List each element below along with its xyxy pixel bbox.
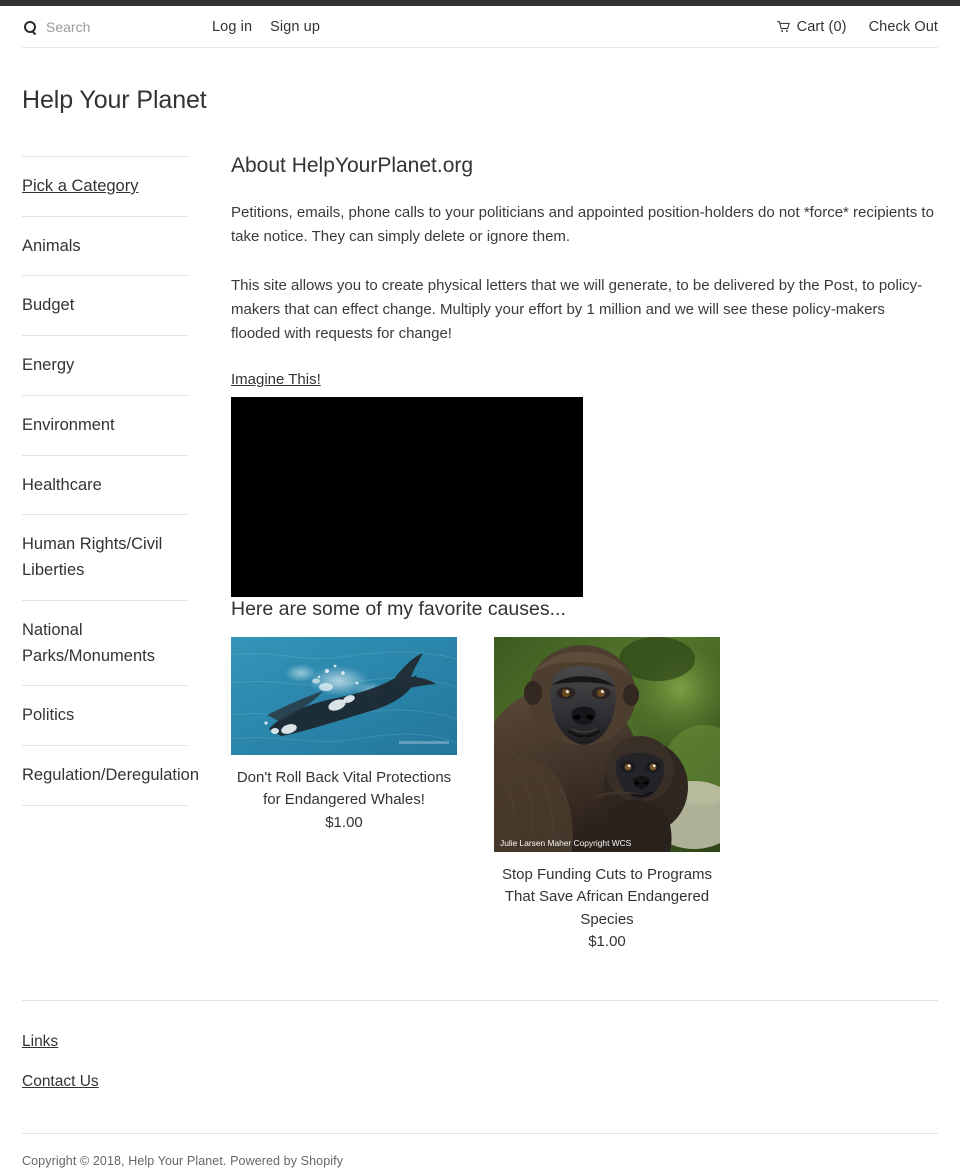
checkout-link[interactable]: Check Out <box>869 19 938 35</box>
copyright-text: Copyright © 2018, Help Your Planet. Powe… <box>22 1153 344 1168</box>
footer-list-item: Contact Us <box>22 1073 938 1091</box>
sidebar-link-human-rights[interactable]: Human Rights/Civil Liberties <box>22 532 188 583</box>
page-title: About HelpYourPlanet.org <box>231 154 474 177</box>
sidebar-link-energy[interactable]: Energy <box>22 353 188 379</box>
cart-link[interactable]: Cart (0) <box>776 19 847 35</box>
intro-paragraph-1: Petitions, emails, phone calls to your p… <box>231 204 934 246</box>
product-card[interactable]: Julie Larsen Maher Copyright WCS Stop Fu… <box>494 636 720 954</box>
whale-photo[interactable] <box>231 636 457 755</box>
page-layout: Pick a Category Animals Budget Energy En… <box>22 115 938 954</box>
sidebar-item-environment[interactable]: Environment <box>22 394 188 455</box>
sidebar-item-human-rights[interactable]: Human Rights/Civil Liberties <box>22 514 188 599</box>
sidebar-link-regulation[interactable]: Regulation/Deregulation <box>22 763 199 789</box>
sidebar-item-healthcare[interactable]: Healthcare <box>22 454 188 515</box>
sidebar-link-pick-a-category[interactable]: Pick a Category <box>22 174 188 200</box>
account-links: Log in Sign up <box>212 19 320 35</box>
sidebar-item-budget[interactable]: Budget <box>22 275 188 335</box>
utility-bar-right: Cart (0) Check Out <box>776 6 938 48</box>
imagine-this-line: Imagine This! <box>231 371 938 389</box>
sidebar-link-national-parks[interactable]: National Parks/Monuments <box>22 618 188 669</box>
product-price: $1.00 <box>325 813 363 831</box>
login-link[interactable]: Log in <box>212 19 252 35</box>
sidebar-item-animals[interactable]: Animals <box>22 215 188 276</box>
search-form[interactable] <box>22 19 212 35</box>
signup-link[interactable]: Sign up <box>270 19 320 35</box>
sidebar-link-politics[interactable]: Politics <box>22 703 188 729</box>
sidebar-item-politics[interactable]: Politics <box>22 685 188 745</box>
embedded-video-player[interactable] <box>231 397 583 598</box>
favorite-causes-heading: Here are some of my favorite causes... <box>231 598 566 621</box>
shopping-cart-icon <box>776 21 790 33</box>
site-header: Help Your Planet <box>22 48 938 115</box>
sidebar: Pick a Category Animals Budget Energy En… <box>22 153 199 806</box>
sidebar-link-animals[interactable]: Animals <box>22 234 188 260</box>
category-nav-list: Pick a Category Animals Budget Energy En… <box>22 156 199 806</box>
cart-label: Cart (0) <box>796 19 847 35</box>
utility-bar-left: Log in Sign up <box>22 6 320 48</box>
product-grid: Don't Roll Back Vital Protections for En… <box>231 636 938 954</box>
footer-link-list: Contact Us <box>22 1073 938 1091</box>
sidebar-link-environment[interactable]: Environment <box>22 413 188 439</box>
sidebar-item-regulation[interactable]: Regulation/Deregulation <box>22 745 199 806</box>
site-title[interactable]: Help Your Planet <box>22 85 938 115</box>
main-content: About HelpYourPlanet.org Petitions, emai… <box>188 153 938 954</box>
site-footer: Links Contact Us <box>22 999 938 1091</box>
product-title[interactable]: Don't Roll Back Vital Protections for En… <box>231 767 457 812</box>
gorilla-photo[interactable]: Julie Larsen Maher Copyright WCS <box>494 636 720 852</box>
sidebar-link-budget[interactable]: Budget <box>22 293 188 319</box>
sidebar-link-healthcare[interactable]: Healthcare <box>22 473 188 499</box>
product-price: $1.00 <box>588 933 626 951</box>
sidebar-item-pick-a-category[interactable]: Pick a Category <box>22 156 188 216</box>
intro-paragraph-2: This site allows you to create physical … <box>231 277 923 343</box>
product-title[interactable]: Stop Funding Cuts to Programs That Save … <box>494 864 720 932</box>
sidebar-item-energy[interactable]: Energy <box>22 335 188 395</box>
search-icon[interactable] <box>24 20 37 34</box>
photo-credit-watermark: Julie Larsen Maher Copyright WCS <box>500 838 632 848</box>
search-input[interactable] <box>46 19 176 35</box>
sidebar-item-national-parks[interactable]: National Parks/Monuments <box>22 599 188 685</box>
product-card[interactable]: Don't Roll Back Vital Protections for En… <box>231 636 457 835</box>
footer-heading-links: Links <box>22 1032 59 1050</box>
contact-us-link[interactable]: Contact Us <box>22 1073 99 1090</box>
footer-spacer <box>0 954 960 1000</box>
footer-bottom-bar: Copyright © 2018, Help Your Planet. Powe… <box>22 1132 938 1168</box>
imagine-this-link[interactable]: Imagine This! <box>231 371 321 388</box>
utility-bar: Log in Sign up Cart (0) Check Out <box>22 6 938 48</box>
